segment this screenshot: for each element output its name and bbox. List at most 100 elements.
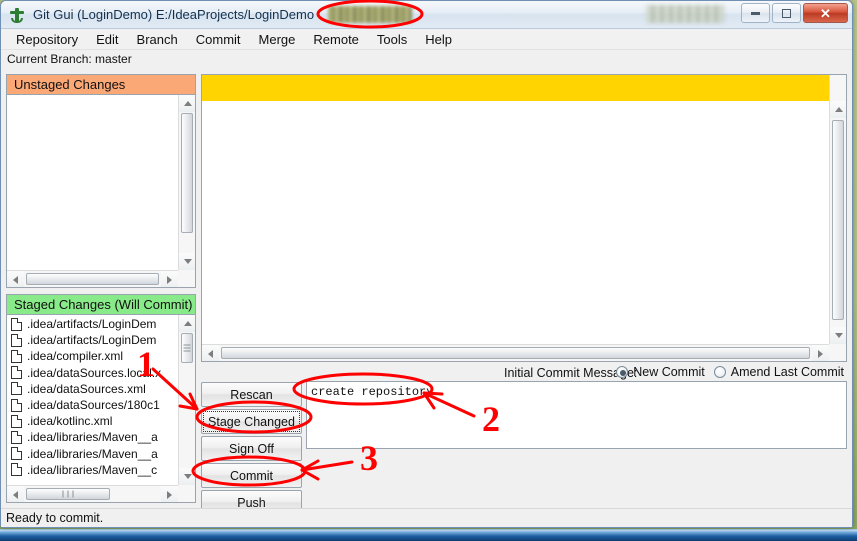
menu-item-tools[interactable]: Tools <box>368 30 416 49</box>
grip-icon <box>183 343 191 354</box>
scrollbar-corner <box>829 344 846 361</box>
scroll-left-button[interactable] <box>7 486 24 502</box>
scroll-left-button[interactable] <box>202 345 219 361</box>
unstaged-vertical-scrollbar[interactable] <box>178 95 195 270</box>
list-item[interactable]: .idea/kotlinc.xml <box>7 413 178 429</box>
scroll-thumb[interactable] <box>221 347 810 359</box>
file-path-label: .idea/artifacts/LoginDem <box>27 333 157 348</box>
diff-viewer[interactable] <box>201 74 847 362</box>
scrollbar-corner <box>178 270 195 287</box>
close-icon: ✕ <box>820 5 831 21</box>
list-item[interactable]: .idea/dataSources/180c1 <box>7 397 178 413</box>
file-icon <box>11 414 22 428</box>
scroll-down-button[interactable] <box>830 327 846 344</box>
list-item[interactable]: .idea/compiler.xml <box>7 348 178 364</box>
current-branch-label: Current Branch: master <box>1 50 852 68</box>
staged-vertical-scrollbar[interactable] <box>178 315 195 485</box>
radio-amend-last-commit[interactable]: Amend Last Commit <box>713 365 844 379</box>
scroll-thumb[interactable] <box>181 333 193 363</box>
radio-amend-last-commit-label: Amend Last Commit <box>730 365 844 379</box>
chevron-up-icon <box>183 101 192 106</box>
desktop-taskbar <box>0 529 857 541</box>
sign-off-button[interactable]: Sign Off <box>201 436 302 461</box>
stage-changed-button[interactable]: Stage Changed <box>201 409 302 434</box>
window-controls: ✕ <box>741 3 848 23</box>
list-item[interactable]: .idea/libraries/Maven__a <box>7 429 178 445</box>
file-path-label: .idea/dataSources/180c1 <box>27 398 160 413</box>
commit-button[interactable]: Commit <box>201 463 302 488</box>
file-icon <box>11 463 22 477</box>
minimize-button[interactable] <box>741 3 770 23</box>
chevron-left-icon <box>13 275 18 284</box>
menu-item-remote[interactable]: Remote <box>304 30 368 49</box>
chevron-down-icon <box>834 333 843 338</box>
scroll-left-button[interactable] <box>7 271 24 287</box>
list-item[interactable]: .idea/artifacts/LoginDem <box>7 316 178 332</box>
menu-item-edit[interactable]: Edit <box>87 30 127 49</box>
staged-changes-list[interactable]: .idea/artifacts/LoginDem .idea/artifacts/… <box>6 315 196 503</box>
action-buttons: Rescan Stage Changed Sign Off Commit Pus… <box>201 382 302 517</box>
blurred-title-region <box>328 6 412 23</box>
chevron-up-icon <box>834 107 843 112</box>
file-path-label: .idea/libraries/Maven__a <box>27 446 158 461</box>
file-path-label: .idea/dataSources.local.x <box>27 365 162 380</box>
maximize-button[interactable] <box>772 3 801 23</box>
scroll-up-button[interactable] <box>179 315 195 332</box>
changes-column: Unstaged Changes Staged Changes (Will Co… <box>6 74 196 504</box>
scroll-right-button[interactable] <box>161 271 178 287</box>
file-path-label: .idea/libraries/Maven__a <box>27 430 158 445</box>
menu-item-commit[interactable]: Commit <box>187 30 250 49</box>
list-item[interactable]: .idea/dataSources.local.x <box>7 365 178 381</box>
rescan-button[interactable]: Rescan <box>201 382 302 407</box>
menu-item-help[interactable]: Help <box>416 30 461 49</box>
scroll-up-button[interactable] <box>830 101 846 118</box>
scroll-thumb[interactable] <box>181 113 193 233</box>
menu-item-branch[interactable]: Branch <box>128 30 187 49</box>
list-item[interactable]: .idea/libraries/Maven__c <box>7 462 178 478</box>
git-gui-window: Git Gui (LoginDemo) E:/IdeaProjects/Logi… <box>0 0 853 528</box>
scroll-down-button[interactable] <box>179 468 195 485</box>
list-item[interactable]: .idea/artifacts/LoginDem <box>7 332 178 348</box>
unstaged-changes-header: Unstaged Changes <box>6 74 196 95</box>
scroll-thumb[interactable] <box>26 488 110 500</box>
radio-amend-last-commit-indicator[interactable] <box>713 366 726 378</box>
file-path-label: .idea/compiler.xml <box>27 349 124 364</box>
status-text: Ready to commit. <box>6 511 104 525</box>
scroll-right-button[interactable] <box>161 486 178 502</box>
blurred-title-right-region <box>646 5 724 23</box>
title-bar: Git Gui (LoginDemo) E:/IdeaProjects/Logi… <box>1 1 852 29</box>
file-icon <box>11 430 22 444</box>
diff-horizontal-scrollbar[interactable] <box>202 344 829 361</box>
staged-horizontal-scrollbar[interactable] <box>7 485 178 502</box>
list-item[interactable]: .idea/libraries/Maven__a <box>7 446 178 462</box>
unstaged-file-items <box>7 95 178 270</box>
file-icon <box>11 349 22 363</box>
scroll-right-button[interactable] <box>812 345 829 361</box>
file-path-label: .idea/dataSources.xml <box>27 381 146 396</box>
menu-item-merge[interactable]: Merge <box>250 30 305 49</box>
chevron-left-icon <box>13 490 18 499</box>
file-icon <box>11 333 22 347</box>
git-gui-icon <box>8 6 26 24</box>
radio-new-commit-label: New Commit <box>633 365 705 379</box>
menu-item-repository[interactable]: Repository <box>7 30 87 49</box>
file-icon <box>11 317 22 331</box>
commit-mode-radio-group: New Commit Amend Last Commit <box>616 365 844 379</box>
radio-new-commit[interactable]: New Commit <box>616 365 705 379</box>
unstaged-horizontal-scrollbar[interactable] <box>7 270 178 287</box>
scroll-thumb[interactable] <box>832 120 844 320</box>
close-button[interactable]: ✕ <box>803 3 848 23</box>
scroll-up-button[interactable] <box>179 95 195 112</box>
scroll-thumb[interactable] <box>26 273 159 285</box>
chevron-up-icon <box>183 321 192 326</box>
diff-vertical-scrollbar[interactable] <box>829 75 846 344</box>
list-item[interactable]: .idea/dataSources.xml <box>7 381 178 397</box>
grip-icon <box>61 490 76 498</box>
file-icon <box>11 447 22 461</box>
unstaged-changes-list[interactable] <box>6 95 196 288</box>
radio-new-commit-indicator[interactable] <box>616 366 629 378</box>
file-icon <box>11 382 22 396</box>
commit-message-input[interactable]: create repository <box>306 381 847 449</box>
file-icon <box>11 366 22 380</box>
scroll-down-button[interactable] <box>179 253 195 270</box>
